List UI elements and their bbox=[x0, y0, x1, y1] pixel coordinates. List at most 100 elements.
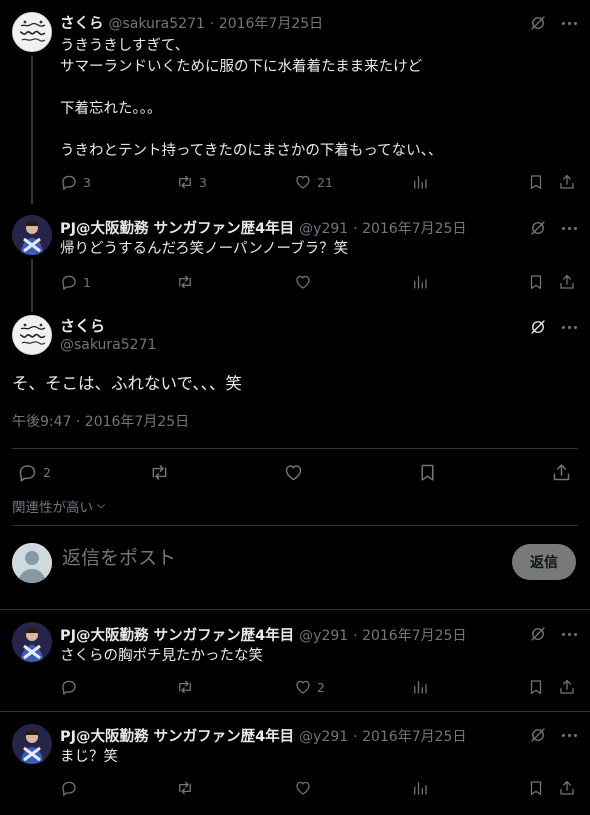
views-button[interactable] bbox=[411, 273, 429, 291]
tweet-1[interactable]: さくら @sakura5271 · 2016年7月25日 うきうきしすぎて、 サ… bbox=[0, 0, 590, 202]
reply-count: 3 bbox=[83, 174, 91, 190]
main-display-name[interactable]: さくら bbox=[60, 315, 105, 336]
bookmark-button[interactable] bbox=[417, 462, 438, 483]
tweet-text: さくらの胸ポチ見たかったな笑 bbox=[60, 648, 263, 664]
avatar[interactable] bbox=[12, 724, 52, 764]
reply-button[interactable] bbox=[60, 779, 78, 797]
avatar[interactable] bbox=[12, 622, 52, 662]
grok-icon[interactable] bbox=[529, 219, 547, 237]
views-button[interactable] bbox=[411, 678, 429, 696]
tweet-corner-icons bbox=[529, 726, 578, 744]
current-user-avatar bbox=[12, 543, 52, 583]
share-button[interactable] bbox=[558, 173, 576, 191]
share-button[interactable] bbox=[558, 678, 576, 696]
display-name[interactable]: PJ@大阪勤務 サンガファン歴4年目 bbox=[60, 725, 294, 746]
like-icon bbox=[294, 779, 312, 797]
reply-button[interactable]: 2 bbox=[17, 462, 51, 483]
sort-label: 関連性が高い bbox=[12, 500, 93, 516]
bookmark-button[interactable] bbox=[527, 173, 545, 191]
retweet-icon bbox=[149, 462, 170, 483]
reply-icon bbox=[60, 173, 78, 191]
more-icon[interactable] bbox=[560, 318, 578, 336]
retweet-button[interactable] bbox=[176, 273, 194, 291]
handle[interactable]: @sakura5271 bbox=[109, 16, 205, 32]
handle[interactable]: @y291 bbox=[299, 221, 348, 237]
share-icon bbox=[558, 678, 576, 696]
avatar[interactable] bbox=[12, 12, 52, 52]
tweet-2[interactable]: PJ@大阪勤務 サンガファン歴4年目 @y291 · 2016年7月25日 帰り… bbox=[0, 200, 590, 311]
sort-replies-dropdown[interactable]: 関連性が高い bbox=[12, 496, 107, 516]
retweet-icon bbox=[176, 779, 194, 797]
timestamp[interactable]: · 2016年7月25日 bbox=[210, 13, 323, 33]
grok-icon[interactable] bbox=[529, 318, 547, 336]
reply-button[interactable] bbox=[60, 678, 78, 696]
more-icon[interactable] bbox=[560, 14, 578, 32]
timestamp[interactable]: · 2016年7月25日 bbox=[353, 218, 466, 238]
timestamp[interactable]: · 2016年7月25日 bbox=[353, 625, 466, 645]
retweet-button[interactable] bbox=[176, 779, 194, 797]
divider bbox=[12, 525, 578, 526]
avatar-image bbox=[13, 13, 52, 52]
tweet-actions: 3 3 21 bbox=[60, 173, 582, 195]
default-avatar-icon bbox=[12, 543, 52, 583]
tweet-corner-icons bbox=[529, 14, 578, 32]
like-button[interactable] bbox=[294, 273, 312, 291]
reply-tweet-2[interactable]: PJ@大阪勤務 サンガファン歴4年目 @y291 · 2016年7月25日 まじ… bbox=[0, 712, 590, 815]
bookmark-button[interactable] bbox=[527, 678, 545, 696]
more-icon[interactable] bbox=[560, 219, 578, 237]
like-button[interactable]: 21 bbox=[294, 173, 333, 191]
reply-count: 2 bbox=[43, 465, 51, 480]
more-icon[interactable] bbox=[560, 625, 578, 643]
bookmark-button[interactable] bbox=[527, 779, 545, 797]
retweet-button[interactable]: 3 bbox=[176, 173, 207, 191]
share-button[interactable] bbox=[558, 273, 576, 291]
like-button[interactable] bbox=[294, 779, 312, 797]
avatar-image bbox=[12, 215, 52, 255]
display-name[interactable]: さくら bbox=[60, 12, 104, 33]
display-name[interactable]: PJ@大阪勤務 サンガファン歴4年目 bbox=[60, 217, 294, 238]
tweet-corner-icons bbox=[529, 625, 578, 643]
main-timestamp[interactable]: 午後9:47 · 2016年7月25日 bbox=[12, 411, 189, 431]
views-button[interactable] bbox=[411, 779, 429, 797]
share-button[interactable] bbox=[551, 462, 572, 483]
avatar-image bbox=[12, 622, 52, 662]
thread-line bbox=[31, 200, 33, 204]
like-count: 2 bbox=[317, 679, 325, 695]
retweet-button[interactable] bbox=[149, 462, 170, 483]
bookmark-icon bbox=[527, 173, 545, 191]
reply-button[interactable]: 3 bbox=[60, 173, 91, 191]
like-icon bbox=[294, 173, 312, 191]
grok-icon[interactable] bbox=[529, 726, 547, 744]
retweet-button[interactable] bbox=[176, 678, 194, 696]
share-button[interactable] bbox=[558, 779, 576, 797]
views-icon bbox=[411, 273, 429, 291]
display-name[interactable]: PJ@大阪勤務 サンガファン歴4年目 bbox=[60, 624, 294, 645]
main-corner-icons bbox=[529, 318, 578, 336]
reply-submit-button[interactable]: 返信 bbox=[512, 544, 576, 580]
reply-icon bbox=[60, 678, 78, 696]
thread-line bbox=[31, 56, 33, 202]
tweet-text: 帰りどうするんだろ笑ノーパンノーブラ？笑 bbox=[60, 241, 349, 257]
main-avatar[interactable] bbox=[12, 315, 52, 355]
like-icon bbox=[283, 462, 304, 483]
tweet-text: まじ？笑 bbox=[60, 749, 118, 765]
like-button[interactable]: 2 bbox=[294, 678, 325, 696]
grok-icon[interactable] bbox=[529, 625, 547, 643]
main-actions: 2 bbox=[12, 462, 578, 486]
bookmark-button[interactable] bbox=[527, 273, 545, 291]
handle[interactable]: @y291 bbox=[299, 628, 348, 644]
reply-tweet-1[interactable]: PJ@大阪勤務 サンガファン歴4年目 @y291 · 2016年7月25日 さく… bbox=[0, 610, 590, 711]
main-handle[interactable]: @sakura5271 bbox=[60, 337, 156, 353]
avatar[interactable] bbox=[12, 215, 52, 255]
views-button[interactable] bbox=[411, 173, 429, 191]
reply-button[interactable]: 1 bbox=[60, 273, 91, 291]
grok-icon[interactable] bbox=[529, 14, 547, 32]
reply-input[interactable] bbox=[62, 547, 482, 569]
like-button[interactable] bbox=[283, 462, 304, 483]
handle[interactable]: @y291 bbox=[299, 729, 348, 745]
more-icon[interactable] bbox=[560, 726, 578, 744]
reply-count: 1 bbox=[83, 274, 91, 290]
thread-line bbox=[31, 300, 33, 312]
tweet-text: うきうきしすぎて、 サマーランドいくために服の下に水着着たまま来たけど 下着忘れ… bbox=[60, 38, 443, 159]
timestamp[interactable]: · 2016年7月25日 bbox=[353, 726, 466, 746]
